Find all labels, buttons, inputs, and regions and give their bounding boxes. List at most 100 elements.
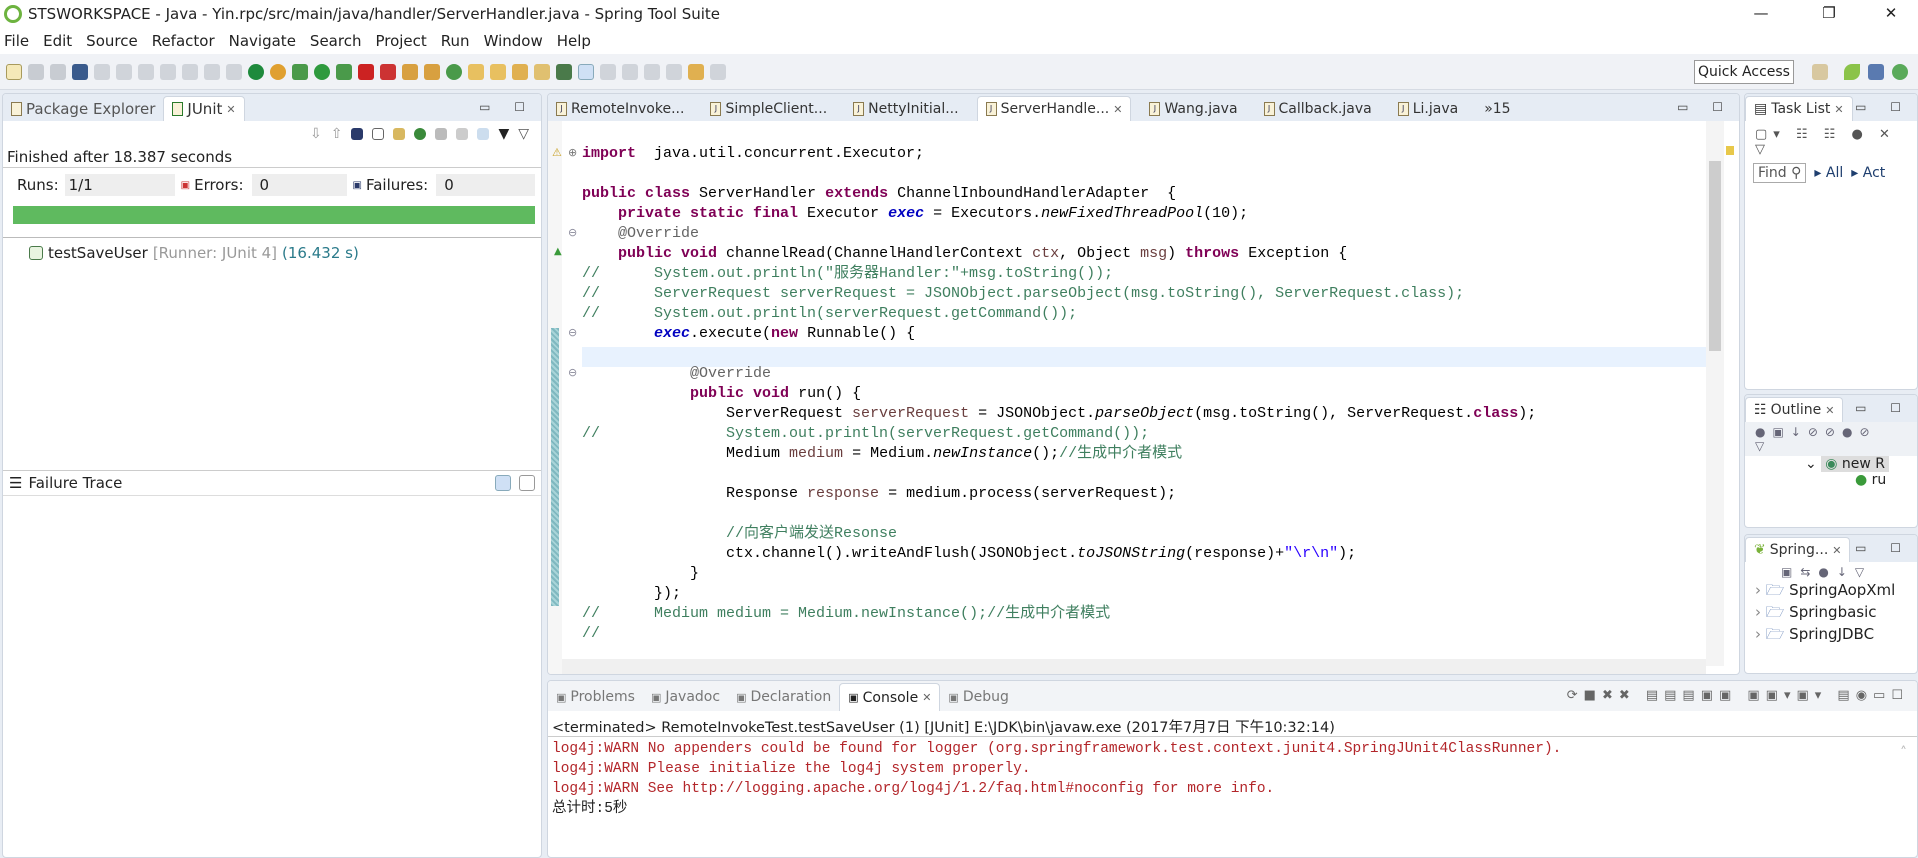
editor-tab[interactable]: J SimpleClient... (702, 96, 835, 121)
find-input[interactable]: Find ⚲ (1753, 163, 1807, 183)
scroll-lock-icon[interactable] (372, 127, 385, 140)
open-task-icon[interactable] (490, 63, 506, 80)
stop-server-icon[interactable] (358, 63, 374, 80)
fold-collapse-icon[interactable]: ⊖ (568, 226, 577, 239)
test-item[interactable]: testSaveUser [Runner: JUnit 4] (16.432 s… (3, 237, 541, 262)
skip-breakpoints-icon[interactable] (94, 63, 110, 80)
menu-source[interactable]: Source (86, 32, 138, 50)
minimize-button[interactable]: — (1738, 0, 1784, 27)
editor-tab[interactable]: J Callback.java (1256, 96, 1380, 121)
editor-tab[interactable]: J RemoteInvoke... (548, 96, 692, 121)
menu-edit[interactable]: Edit (43, 32, 72, 50)
resume-icon[interactable] (116, 63, 132, 80)
editor-tab[interactable]: J ServerHandle... ✕ (976, 96, 1132, 121)
close-icon[interactable]: ✕ (1113, 103, 1122, 116)
minimize-maximize-icons[interactable]: ▭ ☐ (1855, 100, 1911, 114)
new-class-icon[interactable] (446, 63, 462, 80)
spring-boot-icon[interactable] (248, 63, 264, 80)
terminate-icon[interactable] (160, 63, 176, 80)
search-icon[interactable] (512, 63, 528, 80)
menu-search[interactable]: Search (310, 32, 362, 50)
java-perspective-icon[interactable] (1868, 64, 1884, 80)
block-selection-icon[interactable] (600, 63, 616, 80)
editor-tab[interactable]: J Li.java (1390, 96, 1466, 121)
fold-collapse-icon[interactable]: ⊖ (568, 326, 577, 339)
show-whitespace-icon[interactable] (622, 63, 638, 80)
outline-toolbar[interactable]: ●▣↓⊘⊘●⊘ ▽ (1745, 422, 1917, 456)
close-icon[interactable]: ✕ (1832, 544, 1841, 557)
minimize-maximize-icons[interactable]: ▭ ☐ (1855, 541, 1911, 555)
save-icon[interactable] (28, 63, 44, 80)
open-perspective-icon[interactable] (1812, 64, 1828, 80)
fold-expand-icon[interactable]: ⊕ (568, 146, 577, 159)
close-icon[interactable]: ✕ (1825, 404, 1834, 417)
run-icon[interactable] (314, 63, 330, 80)
tab-junit[interactable]: JUnit ✕ (163, 96, 245, 121)
activate-link[interactable]: ▸ Act (1851, 165, 1885, 181)
console-tab[interactable]: ▣ Problems (548, 683, 643, 711)
save-all-icon[interactable] (50, 63, 66, 80)
console-tab[interactable]: ▣ Debug (940, 683, 1016, 711)
show-failures-only-icon[interactable] (351, 127, 364, 140)
console-output[interactable]: log4j:WARN No appenders could be found f… (548, 737, 1917, 819)
previous-failure-icon[interactable]: ⇧ (331, 126, 343, 142)
vertical-scrollbar[interactable] (1706, 121, 1724, 666)
menu-file[interactable]: File (4, 32, 29, 50)
forward-icon[interactable] (710, 63, 726, 80)
history-dropdown-icon[interactable]: ▼ (498, 126, 509, 142)
menu-project[interactable]: Project (375, 32, 426, 50)
minimize-maximize-icons[interactable]: ▭ ☐ (1677, 100, 1733, 114)
lock-icon[interactable] (393, 127, 406, 140)
close-button[interactable]: ✕ (1868, 0, 1914, 27)
new-java-project-icon[interactable] (402, 63, 418, 80)
project-item[interactable]: › 🗁 Springbasic (1755, 601, 1917, 623)
suspend-icon[interactable] (138, 63, 154, 80)
spring-icon[interactable] (270, 63, 286, 80)
external-tools-icon[interactable] (380, 63, 396, 80)
compare-icon[interactable] (519, 475, 535, 491)
all-link[interactable]: ▸ All (1814, 165, 1843, 181)
previous-annotation-icon[interactable] (666, 63, 682, 80)
new-package-icon[interactable] (424, 63, 440, 80)
tab-package-explorer[interactable]: Package Explorer (3, 96, 163, 121)
step-over-icon[interactable] (204, 63, 220, 80)
spring-toolbar[interactable]: ▣⇆●↓▽ (1745, 562, 1917, 579)
back-icon[interactable] (688, 63, 704, 80)
spring-perspective-icon[interactable] (1844, 64, 1860, 80)
minimize-maximize-icons[interactable]: ▭ ☐ (1855, 401, 1911, 415)
scrollbar-thumb[interactable] (1709, 161, 1721, 351)
close-icon[interactable]: ✕ (922, 691, 931, 704)
console-tab[interactable]: ▣ Javadoc (643, 683, 728, 711)
fold-collapse-icon[interactable]: ⊖ (568, 366, 577, 379)
outline-item[interactable]: ● ru (1745, 472, 1917, 488)
menu-run[interactable]: Run (441, 32, 470, 50)
minimize-maximize-icons[interactable]: ▭ ☐ (479, 100, 535, 114)
mark-occurrences-icon[interactable] (578, 63, 594, 80)
next-annotation-icon[interactable] (644, 63, 660, 80)
step-return-icon[interactable] (226, 63, 242, 80)
rerun-failed-icon[interactable] (435, 127, 448, 140)
open-folder-icon[interactable] (534, 63, 550, 80)
view-menu-icon[interactable]: ▽ (518, 126, 529, 142)
console-icon[interactable] (72, 63, 88, 80)
outline-item[interactable]: ⌄ ◉ new R (1745, 456, 1917, 472)
rerun-icon[interactable] (414, 127, 427, 140)
task-list-toolbar[interactable]: ▢▾ ☷ ☷ ● ✕ ▽ (1745, 121, 1917, 163)
new-icon[interactable] (6, 63, 22, 80)
close-icon[interactable]: ✕ (226, 103, 235, 116)
menu-window[interactable]: Window (484, 32, 543, 50)
tab-spring-explorer[interactable]: ❦ Spring... ✕ (1745, 537, 1851, 562)
debug-perspective-icon[interactable] (1892, 64, 1908, 80)
project-item[interactable]: › 🗁 SpringAopXml (1755, 579, 1917, 601)
console-tab[interactable]: ▣ Declaration (728, 683, 839, 711)
console-toolbar[interactable]: ⟳■✖✖ ▤▤▤▣▣ ▣▣▾▣▾ ▤◉▭☐ (1567, 688, 1909, 703)
step-into-icon[interactable] (182, 63, 198, 80)
menu-refactor[interactable]: Refactor (152, 32, 215, 50)
debug-icon[interactable] (292, 63, 308, 80)
menu-help[interactable]: Help (557, 32, 591, 50)
tab-outline[interactable]: ☷ Outline ✕ (1745, 397, 1844, 422)
menu-navigate[interactable]: Navigate (229, 32, 296, 50)
project-item[interactable]: › 🗁 SpringJDBC (1755, 623, 1917, 645)
open-type-icon[interactable] (468, 63, 484, 80)
close-icon[interactable]: ✕ (1834, 103, 1843, 116)
